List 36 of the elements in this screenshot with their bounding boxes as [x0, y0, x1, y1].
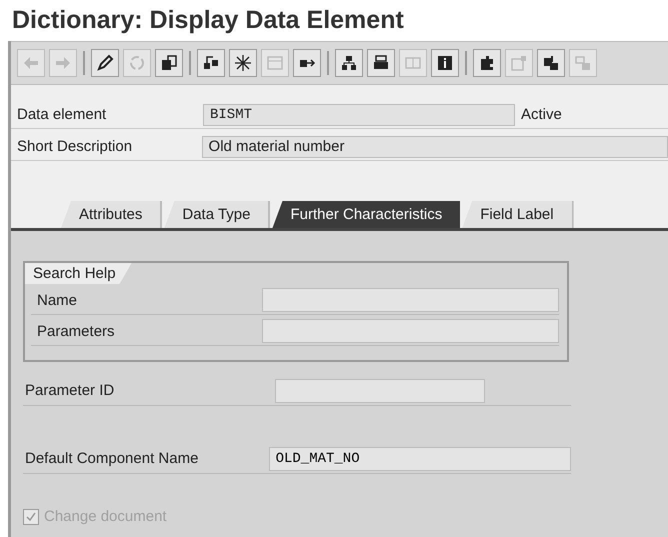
module-icon	[541, 53, 561, 73]
display-field[interactable]: BISMT	[203, 104, 515, 126]
tab[interactable]: Attributes	[61, 201, 162, 228]
toolbar-button[interactable]	[473, 49, 501, 77]
status-text: Active	[520, 106, 562, 123]
input-field[interactable]	[262, 319, 559, 343]
check-icon	[25, 510, 37, 522]
toolbar-button[interactable]	[431, 49, 459, 77]
field-label: Parameters	[36, 322, 116, 340]
field-label: Parameter ID	[24, 382, 116, 399]
input-field[interactable]: OLD_MAT_NO	[268, 446, 571, 470]
toolbar-button[interactable]	[91, 49, 119, 77]
tab[interactable]: Further Characteristics	[272, 201, 460, 228]
tab[interactable]: Data Type	[164, 201, 270, 228]
toolbar-button[interactable]	[537, 49, 565, 77]
tab[interactable]: Field Label	[462, 201, 574, 228]
sparkle-icon	[233, 53, 253, 73]
group-title: Search Help	[25, 263, 132, 284]
toolbar-button[interactable]	[229, 49, 257, 77]
pencil-icon	[95, 53, 115, 73]
input-field[interactable]	[262, 288, 559, 312]
field-label: Short Description	[16, 138, 134, 155]
input-field[interactable]	[275, 378, 485, 402]
field-label: Data element	[16, 106, 108, 123]
frame-icon	[509, 53, 529, 73]
field-label: Default Component Name	[24, 450, 200, 467]
display-field[interactable]: Old material number	[202, 136, 668, 158]
toolbar-button[interactable]	[367, 49, 395, 77]
document-icon	[159, 53, 179, 73]
info-icon	[435, 53, 455, 73]
toolbar-button[interactable]	[155, 49, 183, 77]
tree-icon	[339, 53, 359, 73]
toolbar-button[interactable]	[293, 49, 321, 77]
field-label: Name	[36, 292, 78, 308]
toolbar-button[interactable]	[197, 49, 225, 77]
toolbar-button[interactable]	[335, 49, 363, 77]
